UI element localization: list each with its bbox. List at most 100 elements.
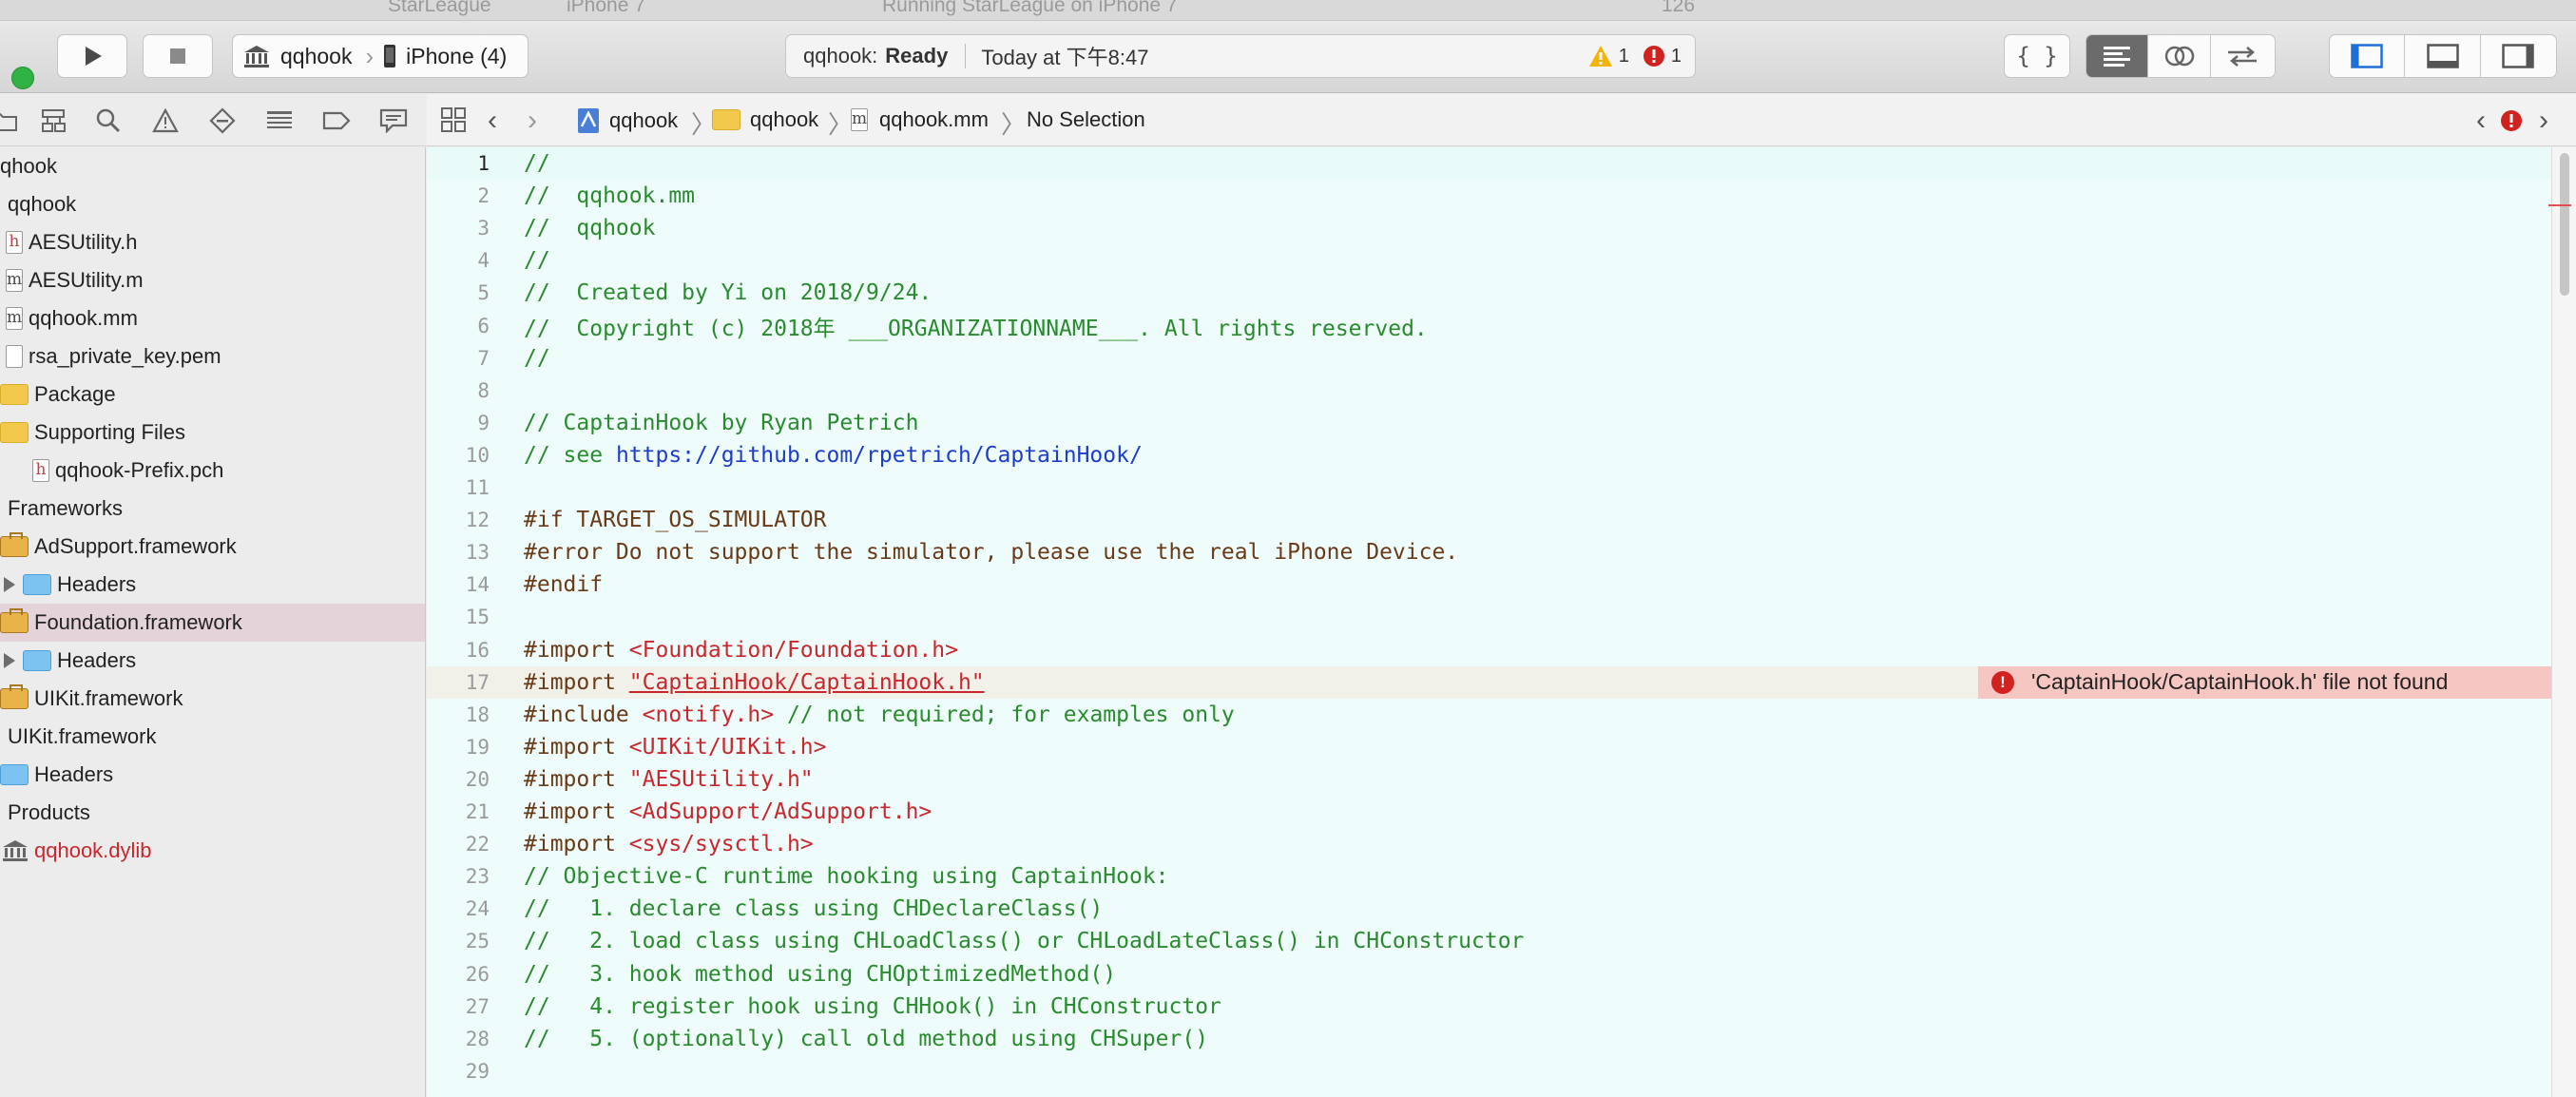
panel-visibility-control[interactable]	[2329, 34, 2557, 78]
test-navigator-icon[interactable]	[207, 106, 238, 136]
toggle-inspector-button[interactable]	[2481, 35, 2556, 77]
comment-icon[interactable]	[378, 106, 409, 136]
code-line[interactable]: 8	[427, 375, 2551, 407]
code-line[interactable]: 1 //	[427, 147, 2551, 180]
code-line[interactable]: 3 // qqhook	[427, 212, 2551, 244]
code-line[interactable]: 19 #import <UIKit/UIKit.h>	[427, 731, 2551, 763]
code-text: // 2. load class using CHLoadClass() or …	[524, 929, 1525, 954]
code-line[interactable]: 11	[427, 472, 2551, 504]
code-line[interactable]: 22 #import <sys/sysctl.h>	[427, 828, 2551, 860]
nav-item-adsupport-headers[interactable]: Headers	[0, 566, 425, 604]
code-line[interactable]: 17 #import "CaptainHook/CaptainHook.h"! 'C…	[427, 665, 2551, 699]
error-message-banner[interactable]: ! 'CaptainHook/CaptainHook.h' file not fo…	[1978, 665, 2551, 699]
library-button[interactable]: { }	[2004, 34, 2070, 78]
nav-item-rsa-key[interactable]: rsa_private_key.pem	[0, 337, 425, 375]
window-zoom-button[interactable]	[11, 67, 34, 89]
code-line[interactable]: 21 #import <AdSupport/AdSupport.h>	[427, 796, 2551, 828]
nav-item-products[interactable]: Products	[0, 794, 425, 832]
nav-item-dylib[interactable]: qqhook.dylib	[0, 832, 425, 870]
code-line[interactable]: 9 // CaptainHook by Ryan Petrich	[427, 407, 2551, 439]
product-icon	[3, 840, 28, 861]
code-line[interactable]: 27 // 4. register hook using CHHook() in …	[427, 991, 2551, 1023]
vertical-scrollbar[interactable]	[2551, 147, 2576, 1097]
issue-navigator-icon[interactable]	[150, 106, 181, 136]
nav-item-foundation-headers[interactable]: Headers	[0, 642, 425, 680]
code-line[interactable]: 29	[427, 1055, 2551, 1087]
nav-item-aesutility-m[interactable]: m AESUtility.m	[0, 261, 425, 299]
toggle-navigator-button[interactable]	[2330, 35, 2406, 77]
nav-item-label: UIKit.framework	[8, 724, 157, 748]
code-line[interactable]: 23 // Objective-C runtime hooking using C…	[427, 860, 2551, 893]
next-issue-icon[interactable]: ›	[2539, 105, 2548, 137]
nav-item-label: qqhook.dylib	[34, 838, 152, 862]
nav-item-supporting-files[interactable]: Supporting Files	[0, 414, 425, 452]
chevron-left-icon[interactable]: ‹	[488, 105, 497, 137]
code-line[interactable]: 5 // Created by Yi on 2018/9/24.	[427, 277, 2551, 309]
code-line[interactable]: 15	[427, 601, 2551, 633]
code-line[interactable]: 16 #import <Foundation/Foundation.h>	[427, 634, 2551, 666]
nav-item-foundation[interactable]: Foundation.framework	[0, 604, 425, 642]
source-editor[interactable]: 1 // 2 // qqhook.mm 3 // qqhook 4 // 5 // Created…	[427, 147, 2576, 1097]
standard-editor-button[interactable]	[2086, 35, 2149, 77]
code-line[interactable]: 14 #endif	[427, 568, 2551, 601]
nav-item-label: Foundation.framework	[34, 610, 242, 634]
line-number: 5	[477, 281, 490, 305]
breadcrumb-project[interactable]: qqhook	[577, 107, 678, 134]
nav-item-uikit-group[interactable]: UIKit.framework	[0, 718, 425, 756]
nav-item-project[interactable]: qhook	[0, 147, 425, 185]
related-items-icon[interactable]	[440, 106, 467, 139]
nav-item-uikit-headers[interactable]: Headers	[0, 756, 425, 794]
disclosure-triangle-icon[interactable]	[4, 577, 15, 592]
nav-item-group-qqhook[interactable]: qqhook	[0, 185, 425, 223]
code-line[interactable]: 18 #include <notify.h> // not required; f…	[427, 699, 2551, 731]
code-line[interactable]: 13 #error Do not support the simulator, p…	[427, 536, 2551, 568]
nav-item-prefix-pch[interactable]: h qqhook-Prefix.pch	[0, 452, 425, 490]
error-icon[interactable]	[2500, 109, 2523, 138]
code-line[interactable]: 4 //	[427, 244, 2551, 277]
code-line[interactable]: 25 // 2. load class using CHLoadClass() o…	[427, 925, 2551, 957]
stop-button[interactable]	[143, 34, 213, 78]
nav-item-frameworks[interactable]: Frameworks	[0, 490, 425, 528]
editor-mode-control[interactable]	[2086, 34, 2276, 78]
folder-icon[interactable]	[0, 106, 19, 136]
error-icon[interactable]	[1643, 45, 1665, 67]
chevron-right-icon[interactable]: ›	[528, 105, 537, 137]
search-icon[interactable]	[93, 106, 124, 136]
breadcrumb-label: No Selection	[1027, 107, 1145, 131]
list-icon[interactable]	[264, 106, 295, 136]
code-line[interactable]: 7 //	[427, 342, 2551, 375]
code-line[interactable]: 28 // 5. (optionally) call old method usi…	[427, 1023, 2551, 1055]
disclosure-triangle-icon[interactable]	[4, 653, 15, 668]
assistant-editor-button[interactable]	[2148, 35, 2211, 77]
code-line[interactable]: 24 // 1. declare class using CHDeclareCla…	[427, 893, 2551, 925]
nav-item-adsupport[interactable]: AdSupport.framework	[0, 528, 425, 566]
source-control-icon[interactable]	[38, 106, 68, 136]
line-number: 14	[465, 573, 490, 597]
code-line[interactable]: 12 #if TARGET_OS_SIMULATOR	[427, 504, 2551, 536]
previous-issue-icon[interactable]: ‹	[2476, 105, 2486, 137]
tag-icon[interactable]	[321, 106, 352, 136]
run-button[interactable]	[57, 34, 127, 78]
scrollbar-thumb[interactable]	[2560, 153, 2569, 296]
breadcrumb-file[interactable]: m qqhook.mm	[851, 107, 989, 132]
warning-icon[interactable]	[1588, 45, 1613, 67]
code-text: // Objective-C runtime hooking using Cap…	[524, 864, 1169, 890]
code-line[interactable]: 2 // qqhook.mm	[427, 180, 2551, 212]
breadcrumb-group[interactable]: qqhook	[712, 107, 818, 132]
breadcrumb-symbol[interactable]: No Selection	[1027, 107, 1145, 132]
string-literal: <UIKit/UIKit.h>	[628, 734, 827, 760]
nav-item-uikit[interactable]: UIKit.framework	[0, 680, 425, 718]
code-link[interactable]: https://github.com/rpetrich/CaptainHook/	[616, 443, 1143, 468]
nav-item-package[interactable]: Package	[0, 375, 425, 414]
toggle-debug-area-button[interactable]	[2405, 35, 2481, 77]
nav-item-aesutility-h[interactable]: h AESUtility.h	[0, 223, 425, 261]
nav-item-label: Products	[8, 800, 90, 824]
code-line[interactable]: 20 #import "AESUtility.h"	[427, 763, 2551, 796]
code-line[interactable]: 26 // 3. hook method using CHOptimizedMet…	[427, 958, 2551, 991]
code-line[interactable]: 10 // see https://github.com/rpetrich/Cap…	[427, 439, 2551, 472]
nav-item-qqhook-mm[interactable]: m qqhook.mm	[0, 299, 425, 337]
version-editor-button[interactable]	[2211, 35, 2275, 77]
code-line[interactable]: 6 // Copyright (c) 2018年 ___ORGANIZATIONN…	[427, 310, 2551, 342]
scheme-selector[interactable]: qqhook › iPhone (4)	[232, 34, 529, 78]
line-number: 15	[465, 606, 490, 629]
